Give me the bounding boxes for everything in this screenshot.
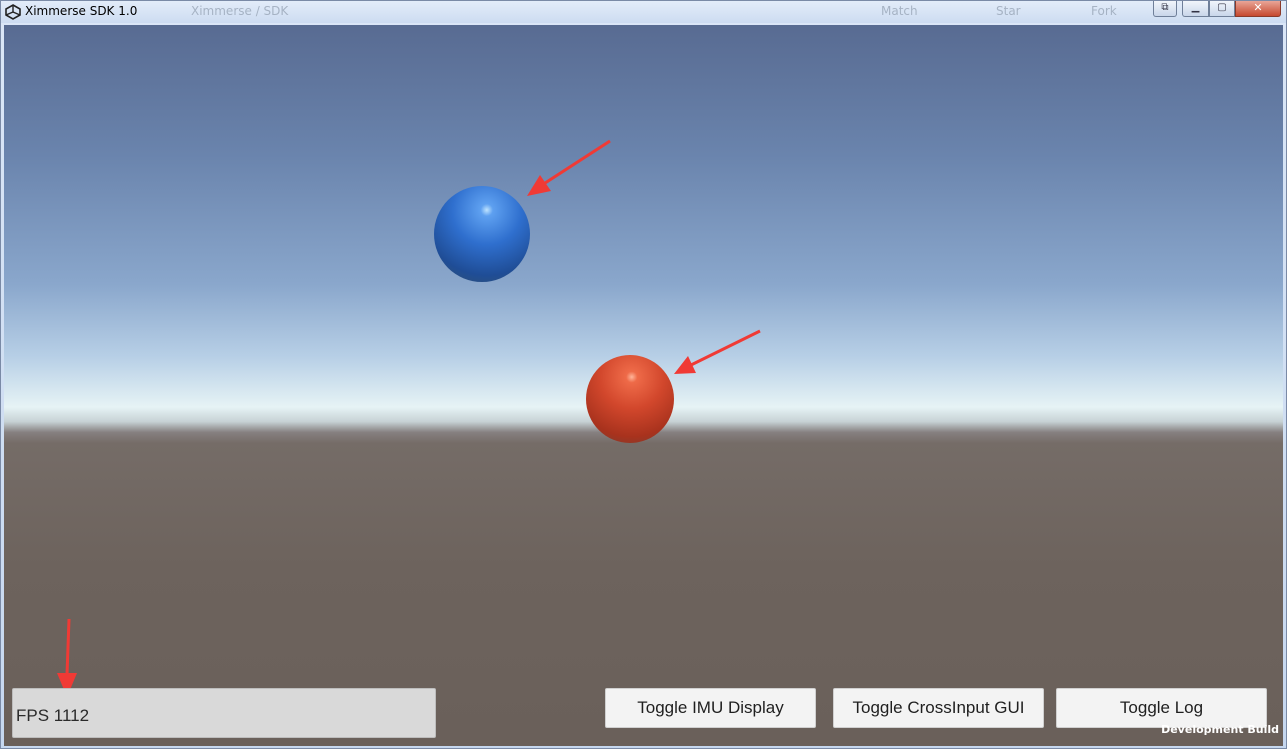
maximize-button[interactable]: ▢	[1209, 1, 1235, 17]
close-button[interactable]: ✕	[1235, 1, 1281, 17]
app-window: Ximmerse SDK 1.0 Ximmerse / SDK Match St…	[0, 0, 1287, 749]
title-bar[interactable]: Ximmerse SDK 1.0 Ximmerse / SDK Match St…	[1, 1, 1286, 23]
scene-canvas	[57, 139, 761, 697]
maximize-icon: ▢	[1217, 2, 1227, 13]
arrow-to-fps-label	[57, 618, 77, 697]
red-sphere	[586, 355, 674, 443]
fps-panel: FPS 1112	[12, 688, 436, 738]
toggle-imu-display-button[interactable]: Toggle IMU Display	[605, 688, 816, 728]
toggle-crossinput-gui-button[interactable]: Toggle CrossInput GUI	[833, 688, 1044, 728]
background-star-text: Star	[996, 4, 1021, 18]
minimize-button[interactable]: ▁	[1182, 1, 1209, 17]
snap-icon: ⧉	[1161, 2, 1169, 13]
minimize-icon: ▁	[1191, 2, 1200, 13]
window-title: Ximmerse SDK 1.0	[25, 4, 138, 18]
game-viewport[interactable]: FPS 1112 Toggle IMU Display Toggle Cross…	[4, 25, 1283, 746]
close-icon: ✕	[1253, 1, 1263, 14]
blue-sphere	[434, 186, 530, 282]
development-build-label: Development Build	[1161, 723, 1279, 736]
snap-button[interactable]: ⧉	[1153, 1, 1177, 17]
arrow-to-blue-sphere	[527, 139, 611, 196]
unity-icon	[5, 4, 21, 20]
toggle-log-button[interactable]: Toggle Log	[1056, 688, 1267, 728]
background-match-text: Match	[881, 4, 918, 18]
fps-label: FPS 1112	[16, 706, 90, 725]
background-fork-text: Fork	[1091, 4, 1117, 18]
arrow-to-red-sphere	[674, 329, 761, 374]
background-tab-text: Ximmerse / SDK	[191, 4, 289, 18]
